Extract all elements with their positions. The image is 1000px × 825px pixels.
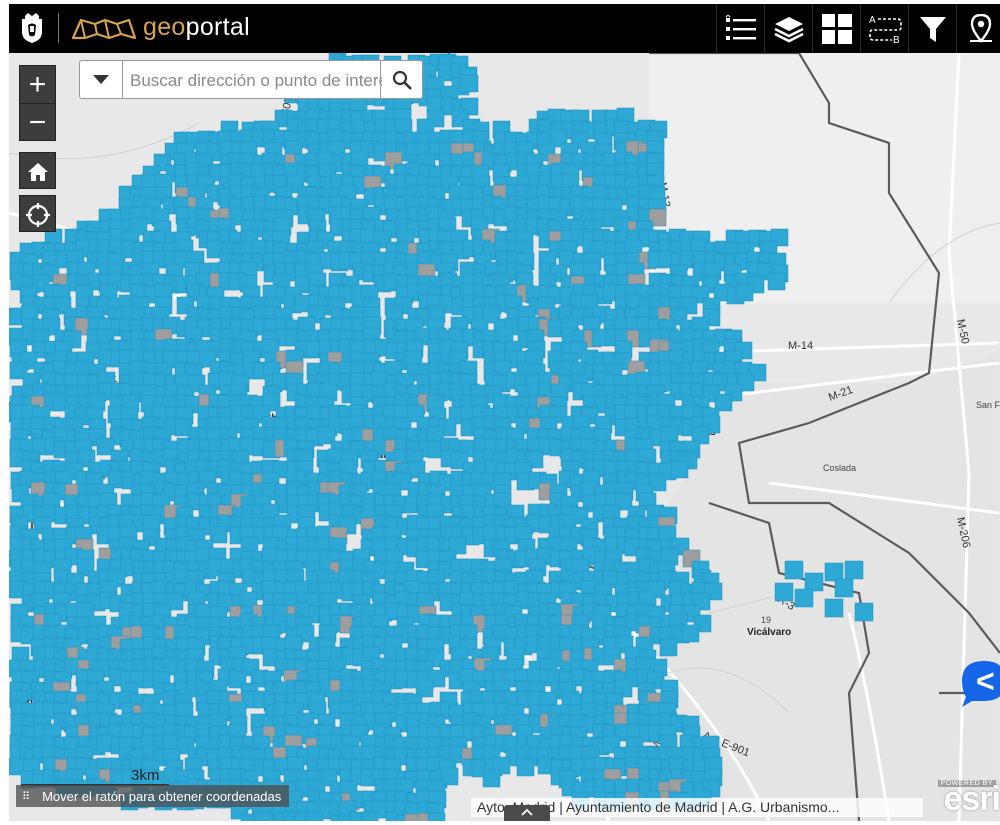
esri-logo: POWERED BY esri bbox=[930, 777, 1000, 821]
svg-text:B: B bbox=[893, 35, 900, 45]
search-button[interactable] bbox=[380, 61, 422, 98]
madrid-crest-icon bbox=[22, 13, 42, 43]
search-icon bbox=[392, 70, 412, 90]
map-point-marker[interactable] bbox=[360, 811, 379, 821]
map-point-marker[interactable] bbox=[482, 769, 501, 788]
basemap-grid-icon bbox=[822, 13, 852, 44]
caret-down-icon bbox=[93, 74, 109, 84]
map-point-marker[interactable] bbox=[804, 572, 824, 592]
zoom-control: + − bbox=[19, 65, 56, 141]
map-point-marker[interactable] bbox=[767, 272, 786, 291]
home-icon bbox=[27, 162, 48, 181]
legend-list-icon bbox=[726, 14, 756, 40]
map-point-marker[interactable] bbox=[427, 812, 446, 821]
legend-button[interactable] bbox=[716, 4, 765, 53]
coordinates-text: Mover el ratón para obtener coordenadas bbox=[42, 788, 282, 804]
app-header: geoportal A B bbox=[9, 4, 1000, 53]
map-point-marker[interactable] bbox=[253, 811, 272, 821]
map-point-marker[interactable] bbox=[735, 283, 754, 302]
map-view[interactable]: M-40 M-30 M-12 M-14 M-21 M-50 M-206 M-60… bbox=[9, 51, 1000, 821]
points-layer bbox=[9, 53, 874, 821]
search-bar bbox=[79, 60, 423, 99]
map-point-marker[interactable] bbox=[516, 758, 535, 777]
chevron-up-icon bbox=[521, 808, 533, 816]
coordinates-grip-icon: ⠿ bbox=[22, 790, 31, 803]
search-input[interactable] bbox=[128, 67, 384, 94]
filter-button[interactable] bbox=[908, 4, 957, 53]
route-button[interactable]: A B bbox=[860, 4, 909, 53]
locate-button[interactable] bbox=[19, 195, 56, 232]
map-point-marker[interactable] bbox=[834, 578, 854, 598]
svg-text:A: A bbox=[869, 15, 876, 26]
side-toggle-glyph: < bbox=[976, 663, 995, 699]
layers-icon bbox=[774, 16, 804, 42]
map-point-marker[interactable] bbox=[460, 74, 479, 93]
location-pin-icon bbox=[970, 13, 992, 43]
map-point-marker[interactable] bbox=[824, 598, 844, 618]
layers-button[interactable] bbox=[764, 4, 813, 53]
crosshair-icon bbox=[25, 202, 50, 227]
map-point-marker[interactable] bbox=[670, 460, 689, 479]
esri-wordmark: esri bbox=[943, 780, 1000, 818]
route-ab-icon: A B bbox=[869, 15, 902, 45]
map-point-marker[interactable] bbox=[824, 562, 844, 582]
folded-map-logo-icon bbox=[71, 18, 137, 40]
side-panel-toggle[interactable]: < bbox=[958, 659, 1000, 707]
geoportal-app: geoportal A B M-14 M-21 M-50 M-206 A-3 E… bbox=[9, 4, 1000, 821]
search-source-dropdown[interactable] bbox=[80, 61, 123, 98]
basemaps-button[interactable] bbox=[812, 4, 861, 53]
filter-icon bbox=[920, 16, 946, 42]
zoom-out-button[interactable]: − bbox=[20, 104, 55, 141]
map-point-marker[interactable] bbox=[854, 602, 874, 622]
coordinates-readout: ⠿ Mover el ratón para obtener coordenada… bbox=[16, 785, 290, 807]
location-button[interactable] bbox=[956, 4, 1000, 53]
scale-label: 3km bbox=[131, 767, 160, 784]
zoom-in-button[interactable]: + bbox=[20, 66, 55, 104]
logo-geo: geo bbox=[143, 13, 186, 41]
app-logo-text: geoportal bbox=[143, 13, 250, 42]
home-button[interactable] bbox=[19, 152, 56, 189]
map-point-marker[interactable] bbox=[844, 560, 864, 580]
map-point-marker[interactable] bbox=[681, 624, 700, 643]
map-point-marker[interactable] bbox=[794, 588, 814, 608]
map-point-marker[interactable] bbox=[774, 582, 794, 602]
map-point-marker[interactable] bbox=[784, 560, 804, 580]
map-point-marker[interactable] bbox=[305, 811, 324, 821]
collapse-panel-tab[interactable] bbox=[504, 805, 550, 821]
logo-separator bbox=[58, 13, 59, 43]
map-point-marker[interactable] bbox=[659, 638, 678, 657]
logo-portal: portal bbox=[185, 13, 250, 41]
